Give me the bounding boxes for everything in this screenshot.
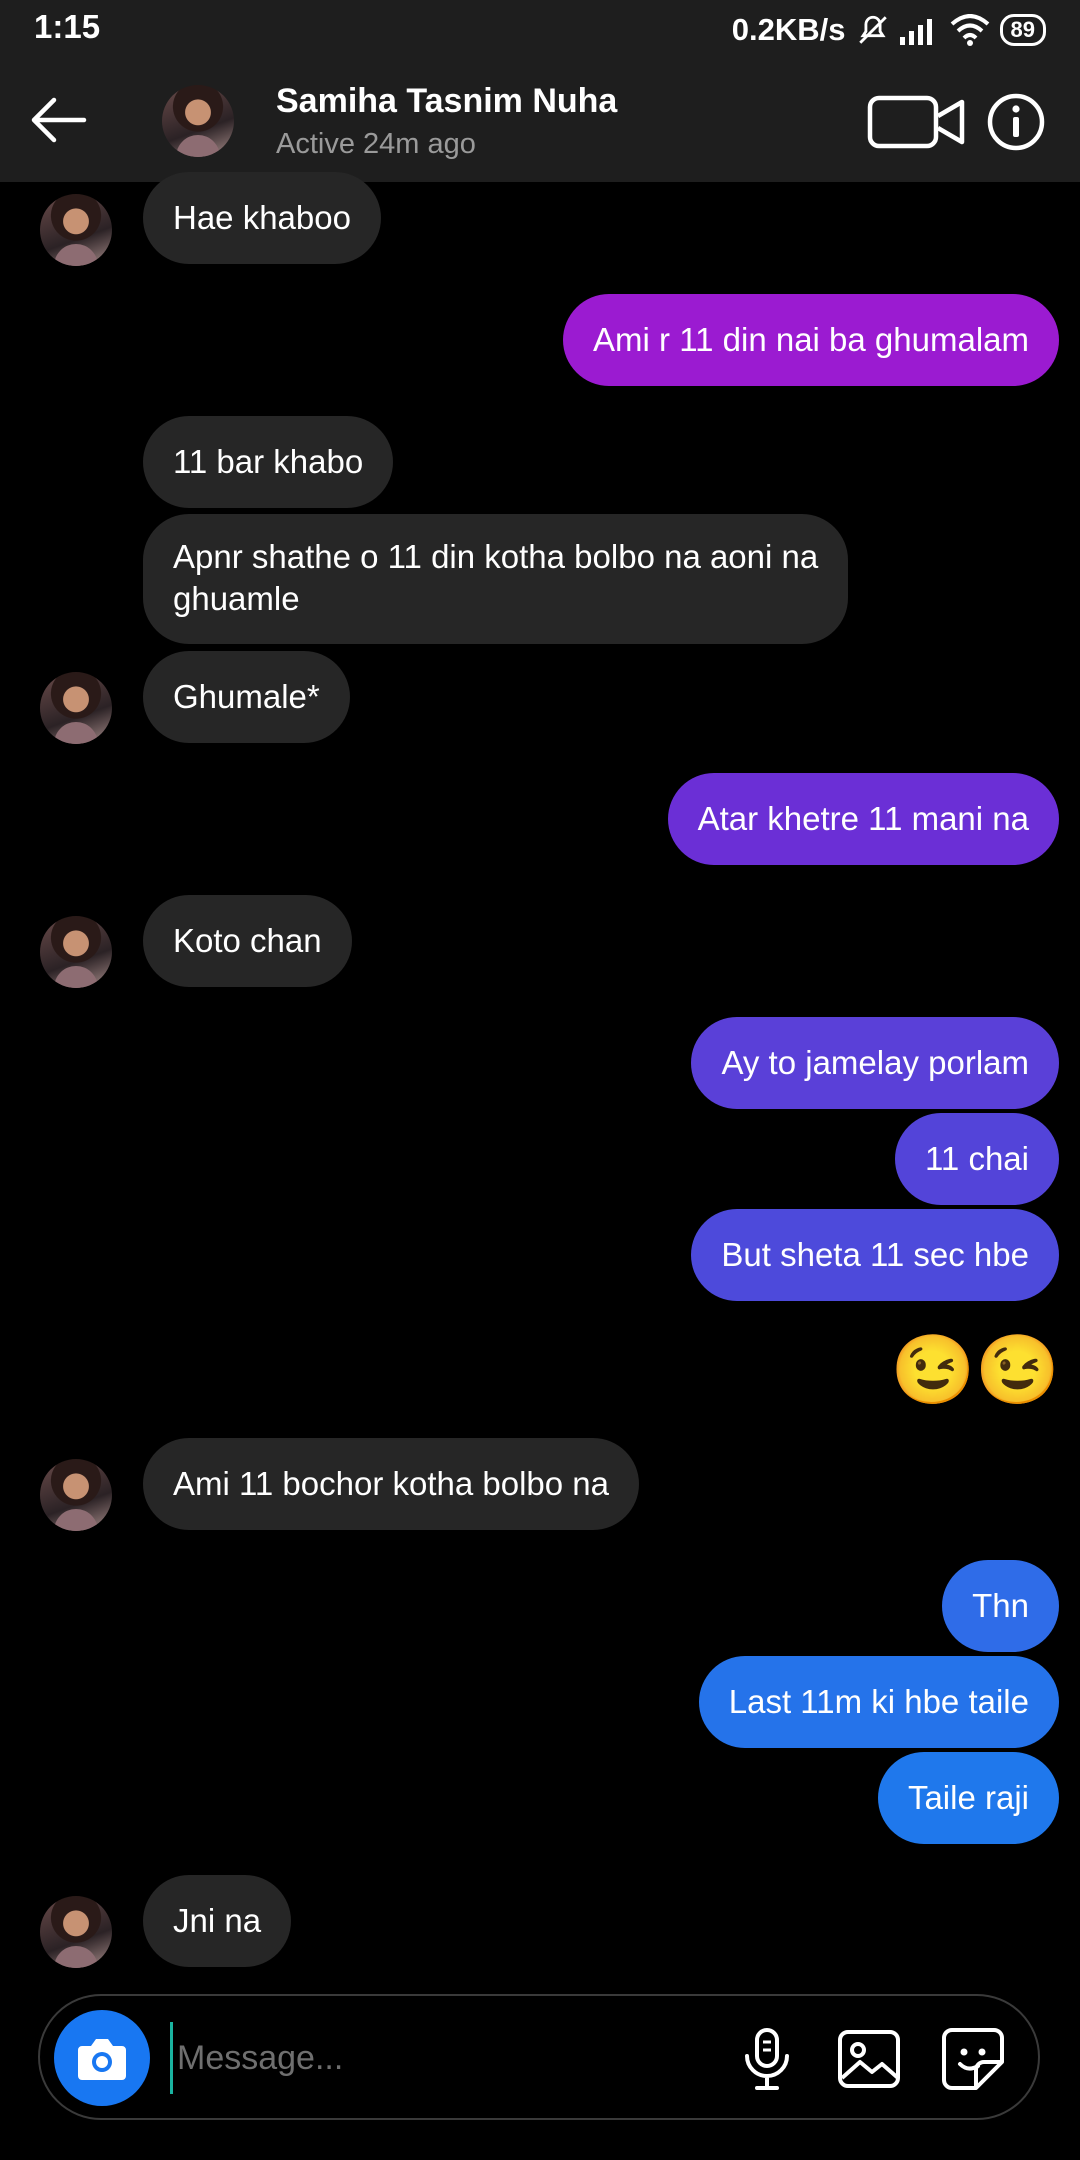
- sender-avatar[interactable]: [40, 672, 112, 744]
- network-speed: 0.2KB/s: [731, 12, 846, 47]
- message-line: Apnr shathe o 11 din kotha bolbo na aoni…: [173, 538, 819, 575]
- message-received[interactable]: Hae khaboo: [143, 172, 381, 264]
- contact-active-status: Active 24m ago: [276, 128, 476, 160]
- camera-icon: [78, 2039, 126, 2080]
- message-sent[interactable]: Last 11m ki hbe taile: [698, 1656, 1059, 1748]
- message-sent[interactable]: Ami r 11 din nai ba ghumalam: [563, 294, 1059, 386]
- message-sent[interactable]: Taile raji: [877, 1752, 1059, 1844]
- info-icon[interactable]: [986, 92, 1046, 152]
- status-bar: 1:15 0.2KB/s 89: [0, 0, 1080, 60]
- message-sent[interactable]: But sheta 11 sec hbe: [691, 1209, 1059, 1301]
- battery-level: 89: [999, 14, 1046, 46]
- mute-icon: [858, 15, 887, 44]
- message-received[interactable]: Ghumale*: [143, 651, 350, 743]
- sticker-icon[interactable]: [938, 2024, 1008, 2094]
- back-arrow-icon[interactable]: [26, 88, 90, 152]
- message-received[interactable]: 11 bar khabo: [143, 416, 394, 508]
- message-received[interactable]: Koto chan: [143, 895, 352, 987]
- contact-avatar[interactable]: [162, 85, 234, 157]
- status-time: 1:15: [34, 8, 101, 45]
- video-camera-icon[interactable]: [866, 92, 970, 152]
- sender-avatar[interactable]: [40, 1459, 112, 1531]
- microphone-icon[interactable]: [732, 2024, 802, 2094]
- sender-avatar[interactable]: [40, 1896, 112, 1968]
- message-sent[interactable]: Atar khetre 11 mani na: [667, 773, 1059, 865]
- contact-name[interactable]: Samiha Tasnim Nuha: [276, 82, 617, 121]
- message-sent[interactable]: Thn: [942, 1560, 1059, 1652]
- message-input[interactable]: [170, 2022, 739, 2094]
- signal-icon: [899, 19, 932, 45]
- message-sent[interactable]: 11 chai: [895, 1113, 1059, 1205]
- sender-avatar[interactable]: [40, 916, 112, 988]
- camera-button[interactable]: [54, 2010, 150, 2106]
- message-sent[interactable]: Ay to jamelay porlam: [691, 1017, 1059, 1109]
- message-composer: [38, 1994, 1040, 2120]
- sender-avatar[interactable]: [40, 194, 112, 266]
- message-line: ghuamle: [173, 580, 300, 617]
- message-received[interactable]: Jni na: [143, 1875, 292, 1967]
- status-indicators: 0.2KB/s 89: [732, 8, 1046, 52]
- wifi-icon: [950, 14, 989, 46]
- message-received[interactable]: Ami 11 bochor kotha bolbo na: [143, 1438, 640, 1530]
- emoji-message[interactable]: 😉😉: [891, 1330, 1060, 1410]
- gallery-icon[interactable]: [834, 2024, 904, 2094]
- message-received-multiline[interactable]: Apnr shathe o 11 din kotha bolbo na aoni…: [143, 514, 849, 644]
- chat-header: Samiha Tasnim Nuha Active 24m ago: [0, 60, 1080, 182]
